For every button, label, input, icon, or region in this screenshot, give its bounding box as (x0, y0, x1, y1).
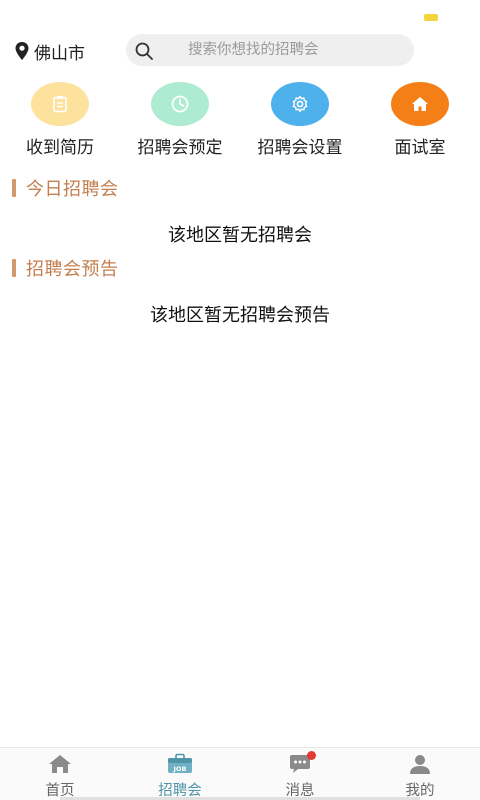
job-bag-icon: JOB (166, 753, 194, 775)
gear-icon (271, 82, 329, 126)
top-bar: 佛山市 (0, 34, 480, 68)
nav-item-messages[interactable]: 消息 (240, 748, 360, 800)
status-indicator (424, 14, 438, 21)
clock-icon (151, 82, 209, 126)
section-title-text: 招聘会预告 (26, 259, 119, 280)
location-selector[interactable]: 佛山市 (14, 38, 85, 64)
menu-item-label: 招聘会预定 (137, 138, 223, 158)
search-input[interactable] (188, 34, 398, 66)
user-icon (406, 753, 434, 775)
chat-bubble-icon (286, 751, 316, 775)
empty-state-preview: 该地区暂无招聘会预告 (150, 305, 330, 326)
section-title-preview: 招聘会预告 (12, 256, 119, 280)
menu-item-label: 收到简历 (26, 138, 94, 158)
nav-item-home[interactable]: 首页 (0, 748, 120, 800)
menu-item-interview-room[interactable]: 面试室 (360, 82, 480, 162)
nav-item-job-fair[interactable]: JOB 招聘会 (120, 748, 240, 800)
location-pin-icon (14, 41, 30, 61)
quick-menu: 收到简历 招聘会预定 招聘会设置 面试室 (0, 82, 480, 162)
home-icon (46, 753, 74, 775)
clipboard-icon (31, 82, 89, 126)
section-title-today: 今日招聘会 (12, 176, 119, 200)
unread-badge (307, 751, 316, 760)
section-title-text: 今日招聘会 (26, 179, 119, 200)
bottom-nav: 首页 JOB 招聘会 消息 我的 (0, 747, 480, 800)
section-accent-bar (12, 179, 16, 197)
menu-item-fair-booking[interactable]: 招聘会预定 (120, 82, 240, 162)
menu-item-label: 面试室 (394, 138, 446, 158)
menu-item-fair-settings[interactable]: 招聘会设置 (240, 82, 360, 162)
house-icon (391, 82, 449, 126)
menu-item-received-resumes[interactable]: 收到简历 (0, 82, 120, 162)
svg-text:JOB: JOB (173, 765, 187, 773)
empty-state-today: 该地区暂无招聘会 (168, 225, 312, 246)
section-accent-bar (12, 259, 16, 277)
search-icon (134, 41, 154, 61)
location-label: 佛山市 (34, 43, 85, 64)
search-bar[interactable] (126, 34, 414, 66)
menu-item-label: 招聘会设置 (257, 138, 343, 158)
nav-item-profile[interactable]: 我的 (360, 748, 480, 800)
